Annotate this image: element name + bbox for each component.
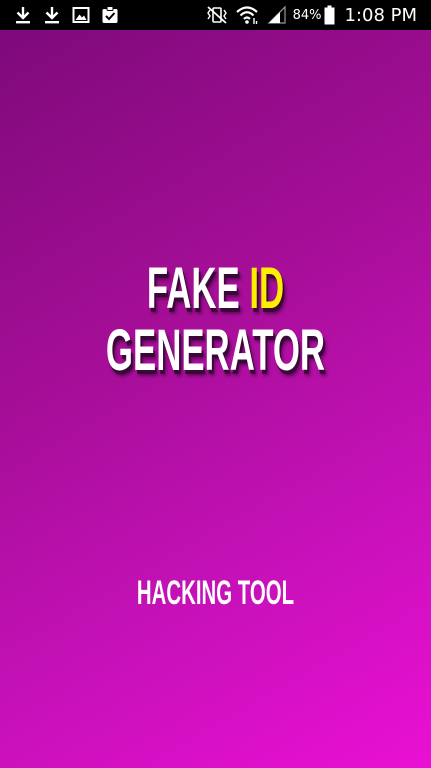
- app-title: FAKE ID GENERATOR: [0, 260, 431, 380]
- system-status-icons: 84% 1:08 PM: [205, 4, 417, 26]
- vibrate-mute-icon: [206, 6, 227, 24]
- battery-percent: 84%: [292, 7, 322, 23]
- notification-icons: [14, 5, 130, 25]
- download-icon: [45, 7, 59, 24]
- battery-icon: [324, 5, 335, 25]
- download-icon: [16, 7, 30, 24]
- tagline: HACKING TOOL: [136, 574, 295, 612]
- title-word-generator: GENERATOR: [105, 318, 326, 383]
- status-bar: 84% 1:08 PM: [0, 0, 431, 30]
- wifi-icon: [235, 6, 258, 24]
- splash-screen: 84% 1:08 PM FAKE ID GENERATOR HACKING TO…: [0, 0, 431, 768]
- title-line-1: FAKE ID: [86, 260, 345, 318]
- title-word-id: ID: [249, 256, 285, 321]
- clipboard-check-icon: [102, 6, 118, 23]
- signal-icon: [267, 5, 286, 24]
- status-clock: 1:08 PM: [344, 4, 417, 26]
- title-word-fake: FAKE: [146, 256, 240, 321]
- splash-background: FAKE ID GENERATOR HACKING TOOL: [0, 30, 431, 768]
- image-icon: [72, 7, 90, 23]
